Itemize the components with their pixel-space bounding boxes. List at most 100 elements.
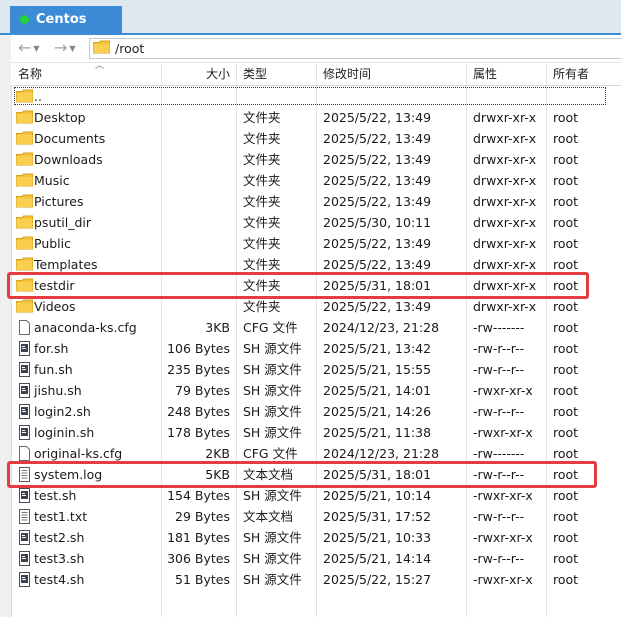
file-name: jishu.sh [34,383,82,398]
file-name: test2.sh [34,530,85,545]
file-modified: 2025/5/22, 13:49 [323,152,432,167]
file-size: 106 Bytes [167,341,230,356]
file-modified: 2025/5/21, 14:01 [323,383,432,398]
file-row[interactable]: test2.sh 181 Bytes SH 源文件 2025/5/21, 10:33 -… [11,527,621,548]
folder-icon [16,152,33,168]
file-owner: root [553,110,579,125]
folder-icon [16,89,33,105]
file-permissions: drwxr-xr-x [473,131,537,146]
file-permissions: -rw-r--r-- [473,509,525,524]
column-modified[interactable]: 修改时间 [323,63,371,85]
file-row[interactable]: Music 文件夹 2025/5/22, 13:49 drwxr-xr-x root [11,170,621,191]
file-owner: root [553,173,579,188]
forward-dropdown-icon: ▼ [69,43,76,53]
file-owner: root [553,530,579,545]
column-name[interactable]: 名称 [18,63,42,85]
sort-ascending-icon: ︿ [95,61,105,71]
file-type: SH 源文件 [243,404,302,419]
file-row[interactable]: Desktop 文件夹 2025/5/22, 13:49 drwxr-xr-x root [11,107,621,128]
file-owner: root [553,383,579,398]
file-type: SH 源文件 [243,530,302,545]
file-row[interactable]: test.sh 154 Bytes SH 源文件 2025/5/21, 10:14 -r… [11,485,621,506]
file-row[interactable]: Downloads 文件夹 2025/5/22, 13:49 drwxr-xr-x ro… [11,149,621,170]
text-file-icon [16,509,33,525]
file-modified: 2025/5/21, 10:14 [323,488,432,503]
folder-icon [16,236,33,252]
file-type: SH 源文件 [243,425,302,440]
file-type: 文件夹 [243,215,281,230]
file-type: SH 源文件 [243,488,302,503]
file-row[interactable]: Pictures 文件夹 2025/5/22, 13:49 drwxr-xr-x roo… [11,191,621,212]
file-row[interactable]: loginin.sh 178 Bytes SH 源文件 2025/5/21, 11:3… [11,422,621,443]
file-permissions: drwxr-xr-x [473,215,537,230]
file-type: 文件夹 [243,110,281,125]
file-owner: root [553,404,579,419]
file-name: test.sh [34,488,77,503]
file-owner: root [553,509,579,524]
file-name: Pictures [34,194,84,209]
file-row[interactable]: anaconda-ks.cfg 3KB CFG 文件 2024/12/23, 21:2… [11,317,621,338]
file-row[interactable]: for.sh 106 Bytes SH 源文件 2025/5/21, 13:42 -rw… [11,338,621,359]
file-owner: root [553,299,579,314]
column-permissions[interactable]: 属性 [473,63,497,85]
file-type: 文件夹 [243,236,281,251]
file-size: 306 Bytes [167,551,230,566]
file-row[interactable]: test4.sh 51 Bytes SH 源文件 2025/5/22, 15:27 -r… [11,569,621,590]
file-row[interactable]: jishu.sh 79 Bytes SH 源文件 2025/5/21, 14:01 -r… [11,380,621,401]
file-size: 181 Bytes [167,530,230,545]
blank-file-icon [16,320,33,336]
file-modified: 2025/5/22, 13:49 [323,194,432,209]
folder-icon [16,110,33,126]
file-size: 248 Bytes [167,404,230,419]
file-owner: root [553,152,579,167]
file-permissions: drwxr-xr-x [473,110,537,125]
column-type[interactable]: 类型 [243,63,267,85]
file-permissions: -rwxr-xr-x [473,425,533,440]
file-name: test3.sh [34,551,85,566]
file-row[interactable]: psutil_dir 文件夹 2025/5/30, 10:11 drwxr-xr-x r… [11,212,621,233]
file-modified: 2025/5/22, 15:27 [323,572,432,587]
script-file-icon [16,404,33,420]
forward-button[interactable]: → ▼ [54,38,76,58]
file-row[interactable]: Videos 文件夹 2025/5/22, 13:49 drwxr-xr-x root [11,296,621,317]
script-file-icon [16,530,33,546]
column-owner[interactable]: 所有者 [553,63,589,85]
column-size[interactable]: 大小 [206,63,230,85]
parent-directory-row[interactable]: .. [11,86,621,106]
file-modified: 2025/5/21, 14:14 [323,551,432,566]
file-row[interactable]: Documents 文件夹 2025/5/22, 13:49 drwxr-xr-x ro… [11,128,621,149]
file-name: Desktop [34,110,86,125]
file-size: 29 Bytes [175,509,230,524]
file-row[interactable]: test1.txt 29 Bytes 文本文档 2025/5/31, 17:52 -rw… [11,506,621,527]
file-size: 3KB [205,320,230,335]
blank-file-icon [16,446,33,462]
file-name: test1.txt [34,509,88,524]
folder-icon [93,40,110,57]
file-name: login2.sh [34,404,91,419]
file-owner: root [553,320,579,335]
file-name: fun.sh [34,362,73,377]
path-text: /root [115,41,145,56]
file-row[interactable]: test3.sh 306 Bytes SH 源文件 2025/5/21, 14:14 -… [11,548,621,569]
folder-icon [16,131,33,147]
file-name: test4.sh [34,572,85,587]
red-highlight-box [7,272,589,299]
connection-status-icon [20,15,29,24]
folder-icon [16,194,33,210]
file-type: 文件夹 [243,131,281,146]
file-row[interactable]: login2.sh 248 Bytes SH 源文件 2025/5/21, 14:26… [11,401,621,422]
file-owner: root [553,194,579,209]
path-input[interactable]: /root [89,38,621,59]
file-modified: 2025/5/22, 13:49 [323,299,432,314]
file-name: Videos [34,299,76,314]
tab-centos[interactable]: Centos [10,6,122,33]
file-owner: root [553,215,579,230]
file-type: SH 源文件 [243,572,302,587]
file-row[interactable]: fun.sh 235 Bytes SH 源文件 2025/5/21, 15:55 -rw… [11,359,621,380]
file-permissions: -rwxr-xr-x [473,383,533,398]
file-row[interactable]: Public 文件夹 2025/5/22, 13:49 drwxr-xr-x root [11,233,621,254]
file-permissions: -rw-r--r-- [473,341,525,356]
file-name: Music [34,173,70,188]
file-modified: 2025/5/22, 13:49 [323,110,432,125]
back-button[interactable]: ← ▼ [18,38,40,58]
